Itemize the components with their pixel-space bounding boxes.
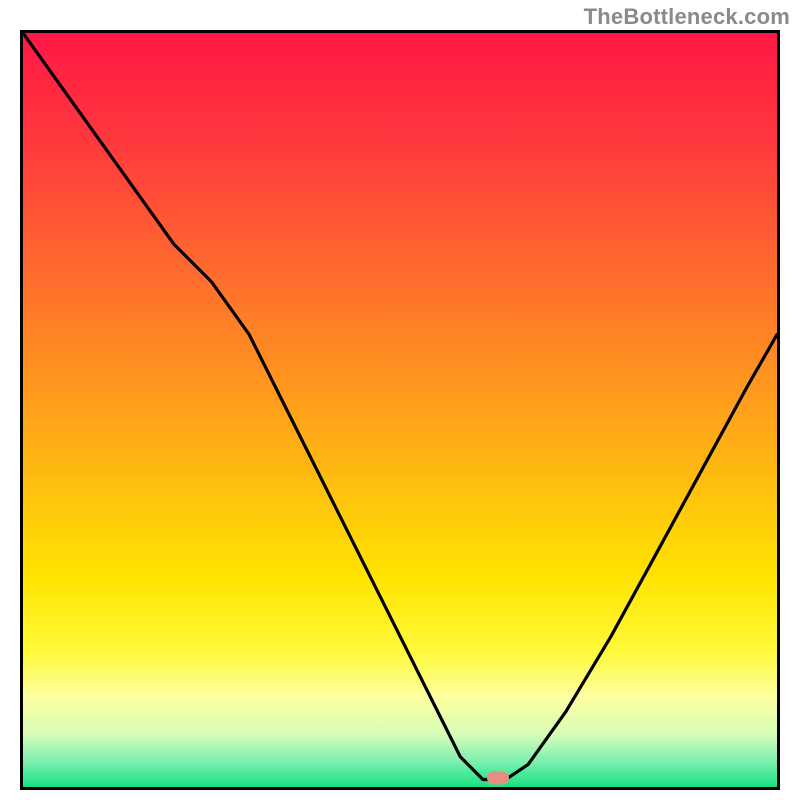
watermark-text: TheBottleneck.com [584, 4, 790, 30]
plot-area [20, 30, 780, 790]
optimal-point-marker [487, 771, 509, 784]
chart-frame: TheBottleneck.com [0, 0, 800, 800]
bottleneck-curve [23, 33, 777, 787]
